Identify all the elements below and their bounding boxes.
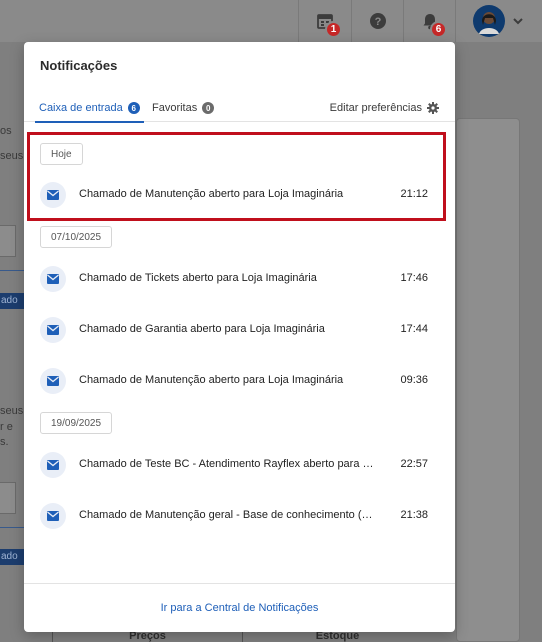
background-chip: ado [0,549,24,565]
notification-center-link[interactable]: Ir para a Central de Notificações [161,602,319,614]
help-icon: ? [369,13,386,29]
notification-item[interactable]: Chamado de Garantia aberto para Loja Ima… [24,307,455,353]
notification-time: 22:57 [400,458,428,470]
date-group-label: 19/09/2025 [40,412,113,434]
date-group-label: 07/10/2025 [40,226,113,248]
notification-text: Chamado de Teste BC - Atendimento Rayfle… [79,458,377,470]
calendar-badge: 1 [325,21,342,38]
notification-list: Hoje Chamado de Manutenção aberto para L… [24,123,455,583]
panel-title: Notificações [40,58,118,73]
notification-text: Chamado de Tickets aberto para Loja Imag… [79,272,317,284]
avatar [473,5,505,37]
help-button[interactable]: ? [351,0,403,42]
tab-favorites[interactable]: Favoritas 0 [152,94,215,122]
top-bar: 1 ? 6 [0,0,542,42]
background-text: r e [0,421,13,433]
notification-item[interactable]: Chamado de Teste BC - Atendimento Rayfle… [24,442,455,488]
notification-text: Chamado de Garantia aberto para Loja Ima… [79,323,325,335]
mail-icon [40,317,66,343]
background-content: os seus ado seus r e s. ado [0,42,24,642]
notifications-badge: 6 [430,21,447,38]
gear-icon [427,102,439,114]
svg-text:?: ? [374,16,381,28]
background-chip: ado [0,293,24,309]
notification-time: 21:38 [400,509,428,521]
notification-time: 17:46 [400,272,428,284]
notifications-panel: Notificações Caixa de entrada 6 Favorita… [24,42,455,632]
edit-preferences-link[interactable]: Editar preferências [330,94,439,122]
background-text: os [0,125,12,137]
tab-inbox[interactable]: Caixa de entrada 6 [35,94,144,123]
mail-icon [40,182,66,208]
edit-preferences-label: Editar preferências [329,102,422,114]
notifications-button[interactable]: 6 [403,0,455,42]
mail-icon [40,368,66,394]
background-field [0,225,16,257]
notification-text: Chamado de Manutenção aberto para Loja I… [79,188,344,200]
notification-time: 21:12 [400,188,428,200]
tab-favorites-label: Favoritas [152,102,198,114]
notification-item[interactable]: Chamado de Tickets aberto para Loja Imag… [24,256,455,302]
tab-inbox-label: Caixa de entrada [39,102,123,114]
background-text: seus [0,405,24,417]
calendar-button[interactable]: 1 [298,0,351,42]
tab-favorites-count: 0 [202,102,215,114]
mail-icon [40,452,66,478]
notification-item[interactable]: Chamado de Manutenção aberto para Loja I… [24,172,455,218]
notification-item[interactable]: Chamado de Manutenção geral - Base de co… [24,493,455,539]
notification-time: 09:36 [400,374,428,386]
notification-text: Chamado de Manutenção geral - Base de co… [79,509,377,521]
background-card [456,118,520,642]
background-text: seus [0,150,24,162]
background-field [0,482,16,514]
notification-time: 17:44 [400,323,428,335]
date-group-label: Hoje [40,143,83,165]
notification-item[interactable]: Chamado de Manutenção aberto para Loja I… [24,358,455,404]
background-text: s. [0,436,9,448]
tab-inbox-count: 6 [127,102,140,114]
mail-icon [40,266,66,292]
notification-text: Chamado de Manutenção aberto para Loja I… [79,374,344,386]
panel-footer: Ir para a Central de Notificações [24,583,455,632]
background-divider [0,270,24,271]
chevron-down-icon [513,18,523,25]
user-menu-button[interactable] [455,0,542,42]
mail-icon [40,503,66,529]
background-divider [0,527,24,528]
tab-bar: Caixa de entrada 6 Favoritas 0 Editar pr… [24,94,455,123]
